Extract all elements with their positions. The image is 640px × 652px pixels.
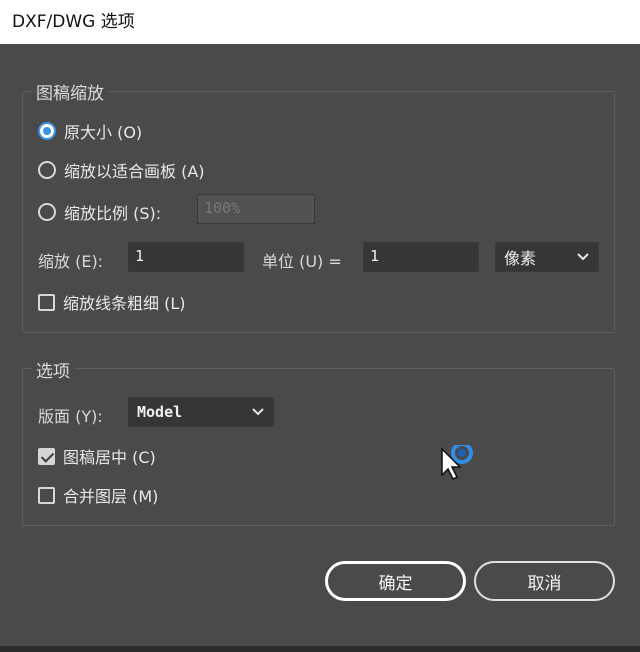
unit-select[interactable]: 像素 bbox=[495, 242, 599, 272]
scale-input[interactable]: 1 bbox=[128, 242, 244, 272]
mouse-cursor-icon bbox=[441, 445, 473, 481]
radio-scale-ratio[interactable]: 缩放比例 (S): bbox=[38, 200, 161, 224]
cancel-button[interactable]: 取消 bbox=[474, 561, 615, 601]
radio-original-size-control[interactable] bbox=[38, 122, 56, 140]
radio-scale-ratio-label: 缩放比例 (S): bbox=[64, 204, 162, 223]
radio-scale-ratio-control[interactable] bbox=[38, 203, 56, 221]
radio-fit-artboard-label: 缩放以适合画板 (A) bbox=[64, 162, 205, 181]
checkbox-scale-lines-control[interactable] bbox=[38, 293, 55, 311]
unit-select-value: 像素 bbox=[504, 249, 537, 268]
checkbox-merge-layers-control[interactable] bbox=[38, 486, 55, 504]
window-title: DXF/DWG 选项 bbox=[12, 12, 135, 32]
ok-button[interactable]: 确定 bbox=[325, 561, 466, 601]
window-title-bar: DXF/DWG 选项 bbox=[0, 0, 640, 44]
scaling-group-legend: 图稿缩放 bbox=[32, 79, 108, 104]
bottom-edge bbox=[0, 646, 640, 652]
layout-select-value: Model bbox=[137, 403, 183, 421]
scale-label: 缩放 (E): bbox=[38, 252, 104, 271]
layout-select[interactable]: Model bbox=[128, 397, 274, 427]
checkbox-scale-lines-label: 缩放线条粗细 (L) bbox=[63, 294, 186, 313]
layout-label: 版面 (Y): bbox=[38, 407, 103, 426]
unit-input[interactable]: 1 bbox=[363, 242, 479, 272]
chevron-down-icon bbox=[577, 253, 589, 261]
radio-original-size-label: 原大小 (O) bbox=[64, 123, 143, 142]
radio-original-size[interactable]: 原大小 (O) bbox=[38, 119, 142, 143]
radio-fit-artboard-control[interactable] bbox=[38, 161, 56, 179]
options-group-legend: 选项 bbox=[32, 357, 74, 382]
checkbox-scale-lines[interactable]: 缩放线条粗细 (L) bbox=[38, 290, 186, 314]
radio-fit-artboard[interactable]: 缩放以适合画板 (A) bbox=[38, 158, 205, 182]
checkbox-center-artwork-label: 图稿居中 (C) bbox=[63, 448, 156, 467]
unit-label: 单位 (U) = bbox=[262, 252, 342, 271]
scale-ratio-input[interactable]: 100% bbox=[197, 194, 315, 224]
checkbox-merge-layers-label: 合并图层 (M) bbox=[63, 487, 159, 506]
options-dialog: 图稿缩放 原大小 (O) 缩放以适合画板 (A) 缩放比例 (S): 100% … bbox=[0, 44, 640, 646]
checkbox-merge-layers[interactable]: 合并图层 (M) bbox=[38, 483, 158, 507]
checkbox-center-artwork[interactable]: 图稿居中 (C) bbox=[38, 444, 156, 468]
chevron-down-icon bbox=[252, 408, 264, 416]
checkbox-center-artwork-control[interactable] bbox=[38, 447, 55, 465]
